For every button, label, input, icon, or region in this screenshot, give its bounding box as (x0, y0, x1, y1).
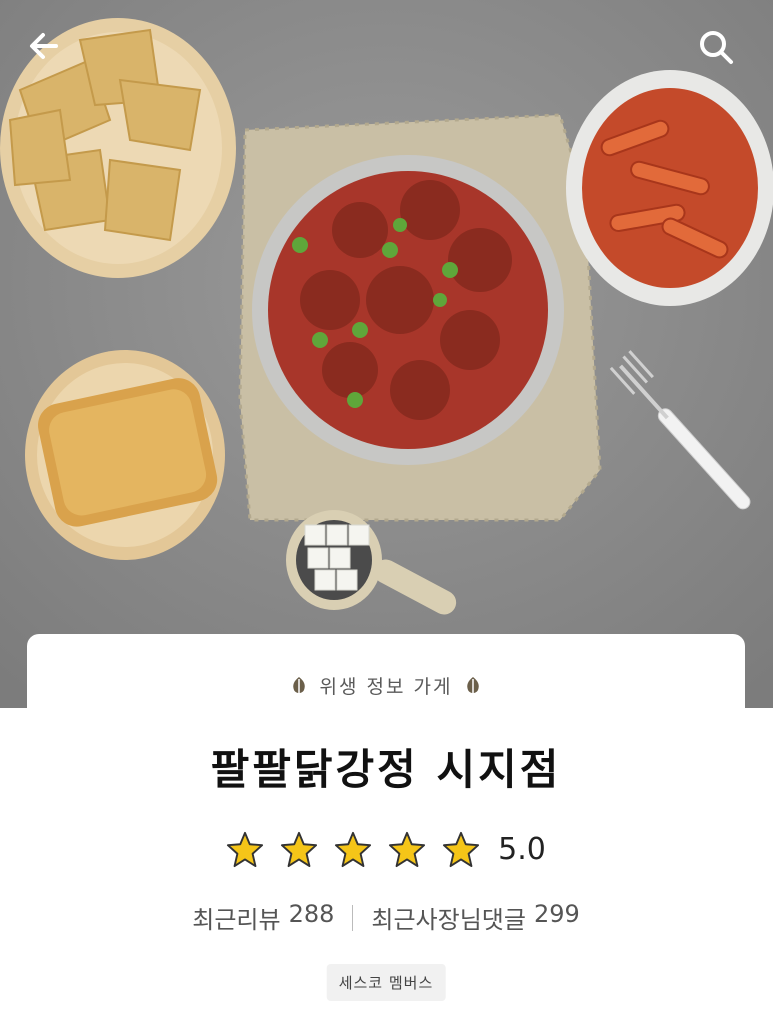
leaf-icon (292, 676, 305, 694)
hero-food-photo (0, 0, 773, 708)
divider (352, 904, 354, 931)
recent-review-label: 최근리뷰 (192, 906, 281, 934)
review-counts: 최근리뷰 288 최근사장님댓글 299 (27, 900, 745, 935)
star-icon (443, 831, 480, 868)
rating-value: 5.0 (498, 831, 546, 867)
owner-reply-label: 최근사장님댓글 (371, 906, 526, 934)
owner-replies-link[interactable]: 최근사장님댓글 299 (371, 900, 579, 935)
arrow-left-icon (30, 33, 58, 59)
star-icon (281, 831, 318, 868)
food-illustration (0, 0, 773, 708)
leaf-icon (467, 676, 480, 694)
star-icon (335, 831, 372, 868)
back-button[interactable] (26, 28, 78, 80)
hygiene-badge[interactable]: 위생 정보 가게 (27, 672, 745, 699)
hygiene-badge-label: 위생 정보 가게 (319, 676, 453, 698)
search-icon (700, 31, 733, 64)
rating-stars (226, 830, 480, 868)
recent-reviews-link[interactable]: 최근리뷰 288 (192, 900, 334, 935)
store-name: 팔팔닭강정 시지점 (210, 745, 562, 794)
store-info-card: 위생 정보 가게 팔팔닭강정 시지점 5.0 최근리뷰 288 최근사장님댓글 … (27, 634, 745, 1034)
rating-row[interactable]: 5.0 (27, 830, 745, 868)
cesco-members-chip: 세스코 멤버스 (326, 964, 446, 1001)
owner-reply-count: 299 (533, 900, 580, 928)
search-button[interactable] (697, 28, 749, 80)
star-icon (389, 831, 426, 868)
star-icon (227, 831, 264, 868)
recent-review-count: 288 (288, 900, 335, 928)
